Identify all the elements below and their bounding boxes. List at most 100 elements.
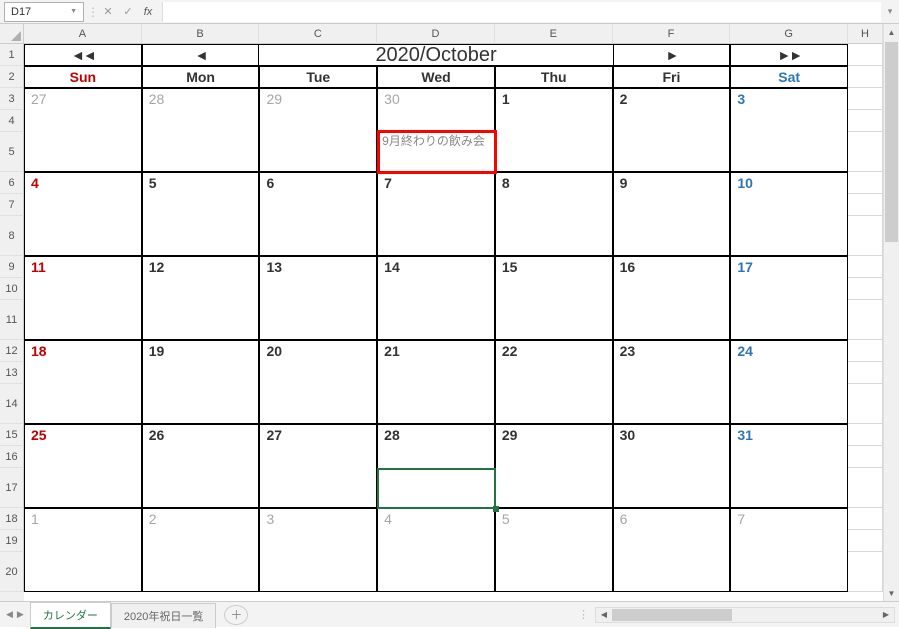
cell[interactable] — [24, 194, 142, 216]
day-event[interactable] — [730, 552, 848, 592]
scroll-right-icon[interactable]: ▶ — [878, 610, 894, 619]
vertical-scrollbar[interactable]: ▲ ▼ — [883, 24, 899, 601]
day-event[interactable] — [613, 468, 731, 508]
nav-first-button[interactable]: ◄◄ — [24, 44, 142, 66]
day-event[interactable] — [377, 216, 495, 256]
day-event[interactable] — [495, 552, 613, 592]
day-number[interactable]: 6 — [259, 172, 377, 194]
cell[interactable] — [848, 508, 883, 530]
row-header[interactable]: 17 — [0, 468, 24, 508]
cell[interactable] — [142, 362, 260, 384]
day-number[interactable]: 18 — [24, 340, 142, 362]
scroll-up-icon[interactable]: ▲ — [884, 24, 899, 40]
cell[interactable] — [613, 362, 731, 384]
col-header[interactable]: F — [613, 24, 731, 44]
scroll-left-icon[interactable]: ◀ — [596, 610, 612, 619]
scroll-down-icon[interactable]: ▼ — [884, 585, 899, 601]
day-event[interactable] — [730, 300, 848, 340]
col-header[interactable]: A — [24, 24, 142, 44]
cell[interactable] — [24, 110, 142, 132]
day-number[interactable]: 1 — [24, 508, 142, 530]
horizontal-scrollbar[interactable]: ◀ ▶ — [595, 607, 895, 623]
sheet-tab-calendar[interactable]: カレンダー — [30, 602, 111, 629]
row-header[interactable]: 8 — [0, 216, 24, 256]
expand-formula-icon[interactable]: ▾ — [881, 6, 899, 17]
row-header[interactable]: 1 — [0, 44, 24, 66]
day-number[interactable]: 28 — [142, 88, 260, 110]
day-event[interactable] — [24, 468, 142, 508]
cell[interactable] — [613, 446, 731, 468]
cell[interactable] — [377, 362, 495, 384]
day-number[interactable]: 12 — [142, 256, 260, 278]
row-header[interactable]: 9 — [0, 256, 24, 278]
row-header[interactable]: 6 — [0, 172, 24, 194]
day-number[interactable]: 30 — [613, 424, 731, 446]
cell[interactable] — [848, 44, 883, 66]
cancel-icon[interactable]: ✕ — [98, 2, 118, 22]
day-event[interactable] — [613, 384, 731, 424]
day-number[interactable]: 2 — [613, 88, 731, 110]
cell[interactable] — [848, 424, 883, 446]
day-event[interactable] — [613, 552, 731, 592]
day-number[interactable]: 17 — [730, 256, 848, 278]
day-event[interactable]: 9月終わりの飲み会 — [377, 132, 495, 172]
day-number[interactable]: 29 — [495, 424, 613, 446]
cell[interactable] — [848, 530, 883, 552]
cell[interactable] — [848, 132, 883, 172]
day-number[interactable]: 30 — [377, 88, 495, 110]
row-header[interactable]: 15 — [0, 424, 24, 446]
sheet-tab-holidays[interactable]: 2020年祝日一覧 — [111, 603, 216, 628]
cell[interactable] — [848, 88, 883, 110]
col-header[interactable]: B — [142, 24, 260, 44]
cell[interactable] — [142, 278, 260, 300]
cell[interactable] — [259, 446, 377, 468]
day-number[interactable]: 27 — [24, 88, 142, 110]
cell[interactable] — [848, 300, 883, 340]
cell[interactable] — [495, 362, 613, 384]
day-event[interactable] — [730, 384, 848, 424]
cell[interactable] — [377, 278, 495, 300]
day-number[interactable]: 28 — [377, 424, 495, 446]
day-number[interactable]: 9 — [613, 172, 731, 194]
cell[interactable] — [848, 216, 883, 256]
cell[interactable] — [377, 530, 495, 552]
cell[interactable] — [613, 194, 731, 216]
cell[interactable] — [848, 340, 883, 362]
day-number[interactable]: 19 — [142, 340, 260, 362]
cell[interactable] — [848, 384, 883, 424]
day-number[interactable]: 7 — [377, 172, 495, 194]
cell[interactable] — [730, 530, 848, 552]
day-event[interactable] — [259, 300, 377, 340]
day-event[interactable] — [259, 468, 377, 508]
day-event[interactable] — [24, 132, 142, 172]
col-header[interactable]: G — [730, 24, 848, 44]
accept-icon[interactable]: ✓ — [118, 2, 138, 22]
row-header[interactable]: 12 — [0, 340, 24, 362]
day-event[interactable] — [495, 132, 613, 172]
day-number[interactable]: 8 — [495, 172, 613, 194]
cell[interactable] — [259, 194, 377, 216]
row-header[interactable]: 18 — [0, 508, 24, 530]
day-number[interactable]: 23 — [613, 340, 731, 362]
day-number[interactable]: 13 — [259, 256, 377, 278]
day-event[interactable] — [613, 216, 731, 256]
day-event[interactable] — [495, 384, 613, 424]
cell[interactable] — [377, 194, 495, 216]
new-sheet-button[interactable]: ＋ — [224, 605, 248, 625]
day-number[interactable]: 4 — [377, 508, 495, 530]
fill-handle[interactable] — [493, 506, 499, 512]
scroll-thumb[interactable] — [885, 42, 898, 242]
nav-next-button[interactable]: ► — [613, 44, 731, 66]
cell[interactable] — [730, 194, 848, 216]
day-event[interactable] — [377, 468, 495, 508]
dropdown-icon[interactable]: ▼ — [70, 8, 77, 15]
day-event[interactable] — [259, 132, 377, 172]
scroll-thumb[interactable] — [612, 609, 732, 621]
day-event[interactable] — [377, 552, 495, 592]
day-event[interactable] — [377, 300, 495, 340]
col-header[interactable]: D — [377, 24, 495, 44]
day-event[interactable] — [495, 468, 613, 508]
cell[interactable] — [848, 194, 883, 216]
cell[interactable] — [730, 446, 848, 468]
cell[interactable] — [730, 110, 848, 132]
